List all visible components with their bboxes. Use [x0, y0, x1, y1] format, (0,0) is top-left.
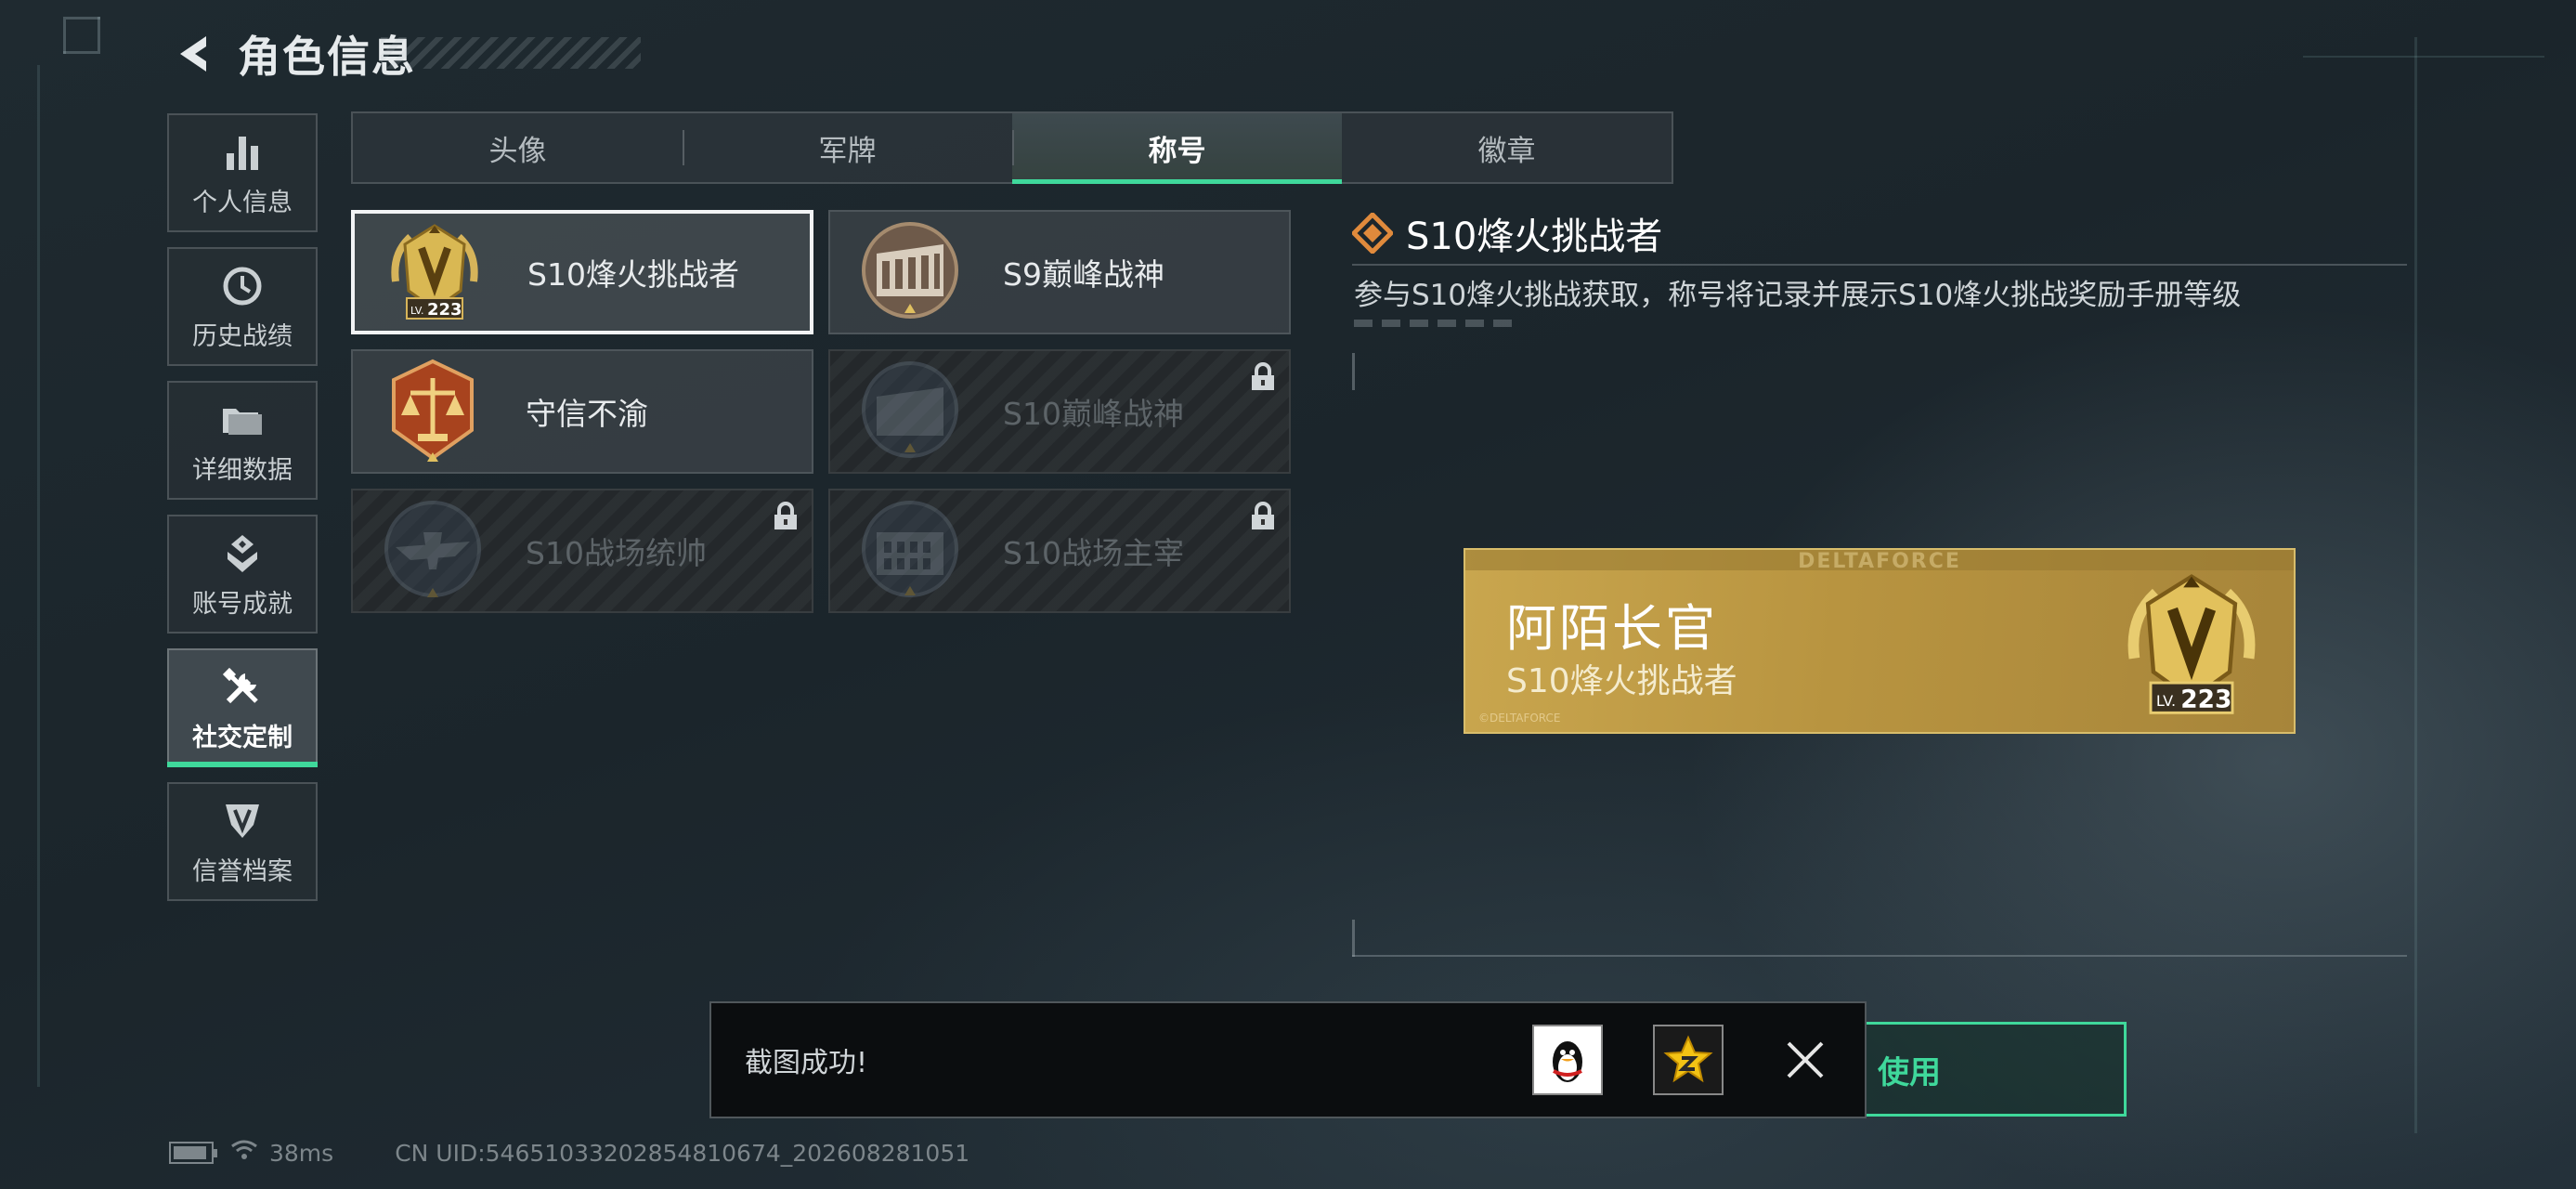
nameplate-title: S10烽火挑战者 [1506, 662, 1737, 700]
orange-diamond-icon [1350, 211, 1395, 255]
sidebar-item-label: 个人信息 [192, 188, 293, 217]
lock-icon [773, 502, 799, 531]
title-name: S10战场主宰 [1003, 535, 1184, 571]
toast-message: 截图成功! [745, 1047, 868, 1079]
title-name: S9巅峰战神 [1003, 256, 1164, 293]
page-header: 角色信息 [167, 20, 416, 87]
frame-corner [1352, 353, 1355, 390]
colosseum-emblem-icon [854, 356, 966, 467]
player-name: 阿陌长官 [1506, 599, 1718, 658]
lock-icon [1250, 362, 1276, 392]
svg-text:LV.: LV. [410, 305, 424, 317]
uid-text: CN UID:5465103320285481067­4_20260828105… [395, 1139, 970, 1167]
tab-bar: 头像 军牌 称号 徽章 [351, 111, 1673, 184]
title-stripes-decoration [381, 37, 641, 69]
detail-title: S10烽火挑战者 [1350, 206, 1663, 260]
sidebar-item-detailed-data[interactable]: 详细数据 [167, 381, 318, 500]
battery-icon [169, 1142, 217, 1164]
colosseum-silver-emblem-icon [854, 495, 966, 607]
sidebar-item-label: 详细数据 [192, 455, 293, 485]
title-name: S10战场统帅 [526, 535, 707, 571]
sidebar-item-history[interactable]: 历史战绩 [167, 247, 318, 366]
scales-of-justice-emblem-icon [377, 356, 488, 467]
sidebar-item-achievements[interactable]: 账号成就 [167, 515, 318, 634]
battery-fill [174, 1146, 207, 1159]
title-name: 守信不渝 [526, 396, 648, 432]
sidebar-item-personal-info[interactable]: 个人信息 [167, 113, 318, 232]
bar-chart-icon [223, 128, 262, 176]
shield-emblem-icon [222, 797, 263, 845]
frame-corner [1352, 920, 1355, 957]
frame-bottom-line [1352, 955, 2407, 957]
sidebar-item-credit-record[interactable]: 信誉档案 [167, 782, 318, 901]
detail-sub-decoration [1354, 320, 1521, 327]
colosseum-bronze-emblem-icon [854, 216, 966, 328]
s10-challenger-emblem-icon: LV. 223 [379, 216, 490, 328]
title-card-s10-dominator[interactable]: S10战场主宰 [828, 489, 1291, 613]
s10-challenger-emblem-icon: LV. 223 [2110, 563, 2273, 726]
hud-line-decoration [37, 65, 40, 1087]
tab-dogtag[interactable]: 军牌 [683, 113, 1012, 182]
hud-corner-decoration [63, 17, 100, 54]
svg-text:223: 223 [2180, 685, 2231, 713]
tab-badge[interactable]: 徽章 [1342, 113, 1672, 182]
sidebar-item-label: 账号成就 [192, 589, 293, 619]
title-name: S10巅峰战神 [1003, 396, 1184, 432]
svg-text:223: 223 [427, 300, 462, 320]
folder-icon [221, 396, 264, 444]
sidebar-item-social-custom[interactable]: 社交定制 [167, 648, 318, 767]
qzone-star-icon[interactable] [1653, 1025, 1724, 1095]
title-card-s10-peak-god[interactable]: S10巅峰战神 [828, 349, 1291, 474]
title-card-trustworthy[interactable]: 守信不渝 [351, 349, 813, 474]
detail-divider [1352, 264, 2407, 266]
tools-icon [221, 663, 264, 712]
ping-value: 38ms [269, 1139, 334, 1167]
aircraft-emblem-icon [377, 495, 488, 607]
nameplate-preview: DELTAFORCE 阿陌长官 S10烽火挑战者 ©DELTAFORCE LV.… [1464, 548, 2296, 734]
tab-title[interactable]: 称号 [1012, 113, 1342, 184]
sidebar-item-label: 社交定制 [192, 723, 293, 752]
hud-line-decoration [2414, 37, 2417, 1133]
title-card-s10-challenger[interactable]: LV. 223 S10烽火挑战者 [351, 210, 813, 334]
hud-line-decoration [2303, 56, 2544, 58]
title-card-s9-peak-god[interactable]: S9巅峰战神 [828, 210, 1291, 334]
detail-description: 参与S10烽火挑战获取，称号将记录并展示S10烽火挑战奖励手册等级 [1354, 279, 2242, 312]
detail-title-text: S10烽火挑战者 [1406, 216, 1663, 258]
wifi-icon [230, 1139, 258, 1167]
sidebar-item-label: 信誉档案 [192, 856, 293, 886]
svg-text:LV.: LV. [2156, 692, 2176, 710]
back-arrow-icon[interactable] [167, 27, 221, 81]
use-button-label: 使用 [1878, 1053, 1941, 1091]
screenshot-toast: 截图成功! [709, 1001, 1867, 1118]
lock-icon [1250, 502, 1276, 531]
status-bar: 38ms CN UID:5465103320285481067­4_202608… [169, 1139, 969, 1167]
history-clock-icon [221, 262, 264, 310]
sidebar-item-label: 历史战绩 [192, 321, 293, 351]
close-icon[interactable] [1777, 1032, 1833, 1088]
title-name: S10烽火挑战者 [527, 256, 739, 293]
title-card-s10-commander[interactable]: S10战场统帅 [351, 489, 813, 613]
qq-penguin-icon[interactable] [1532, 1025, 1603, 1095]
achievement-icon [222, 529, 263, 578]
nameplate-fine-print: ©DELTAFORCE [1478, 712, 1561, 725]
sidebar: 个人信息 历史战绩 详细数据 账号成就 社交定制 信誉档案 [167, 113, 318, 916]
tab-avatar[interactable]: 头像 [353, 113, 683, 182]
